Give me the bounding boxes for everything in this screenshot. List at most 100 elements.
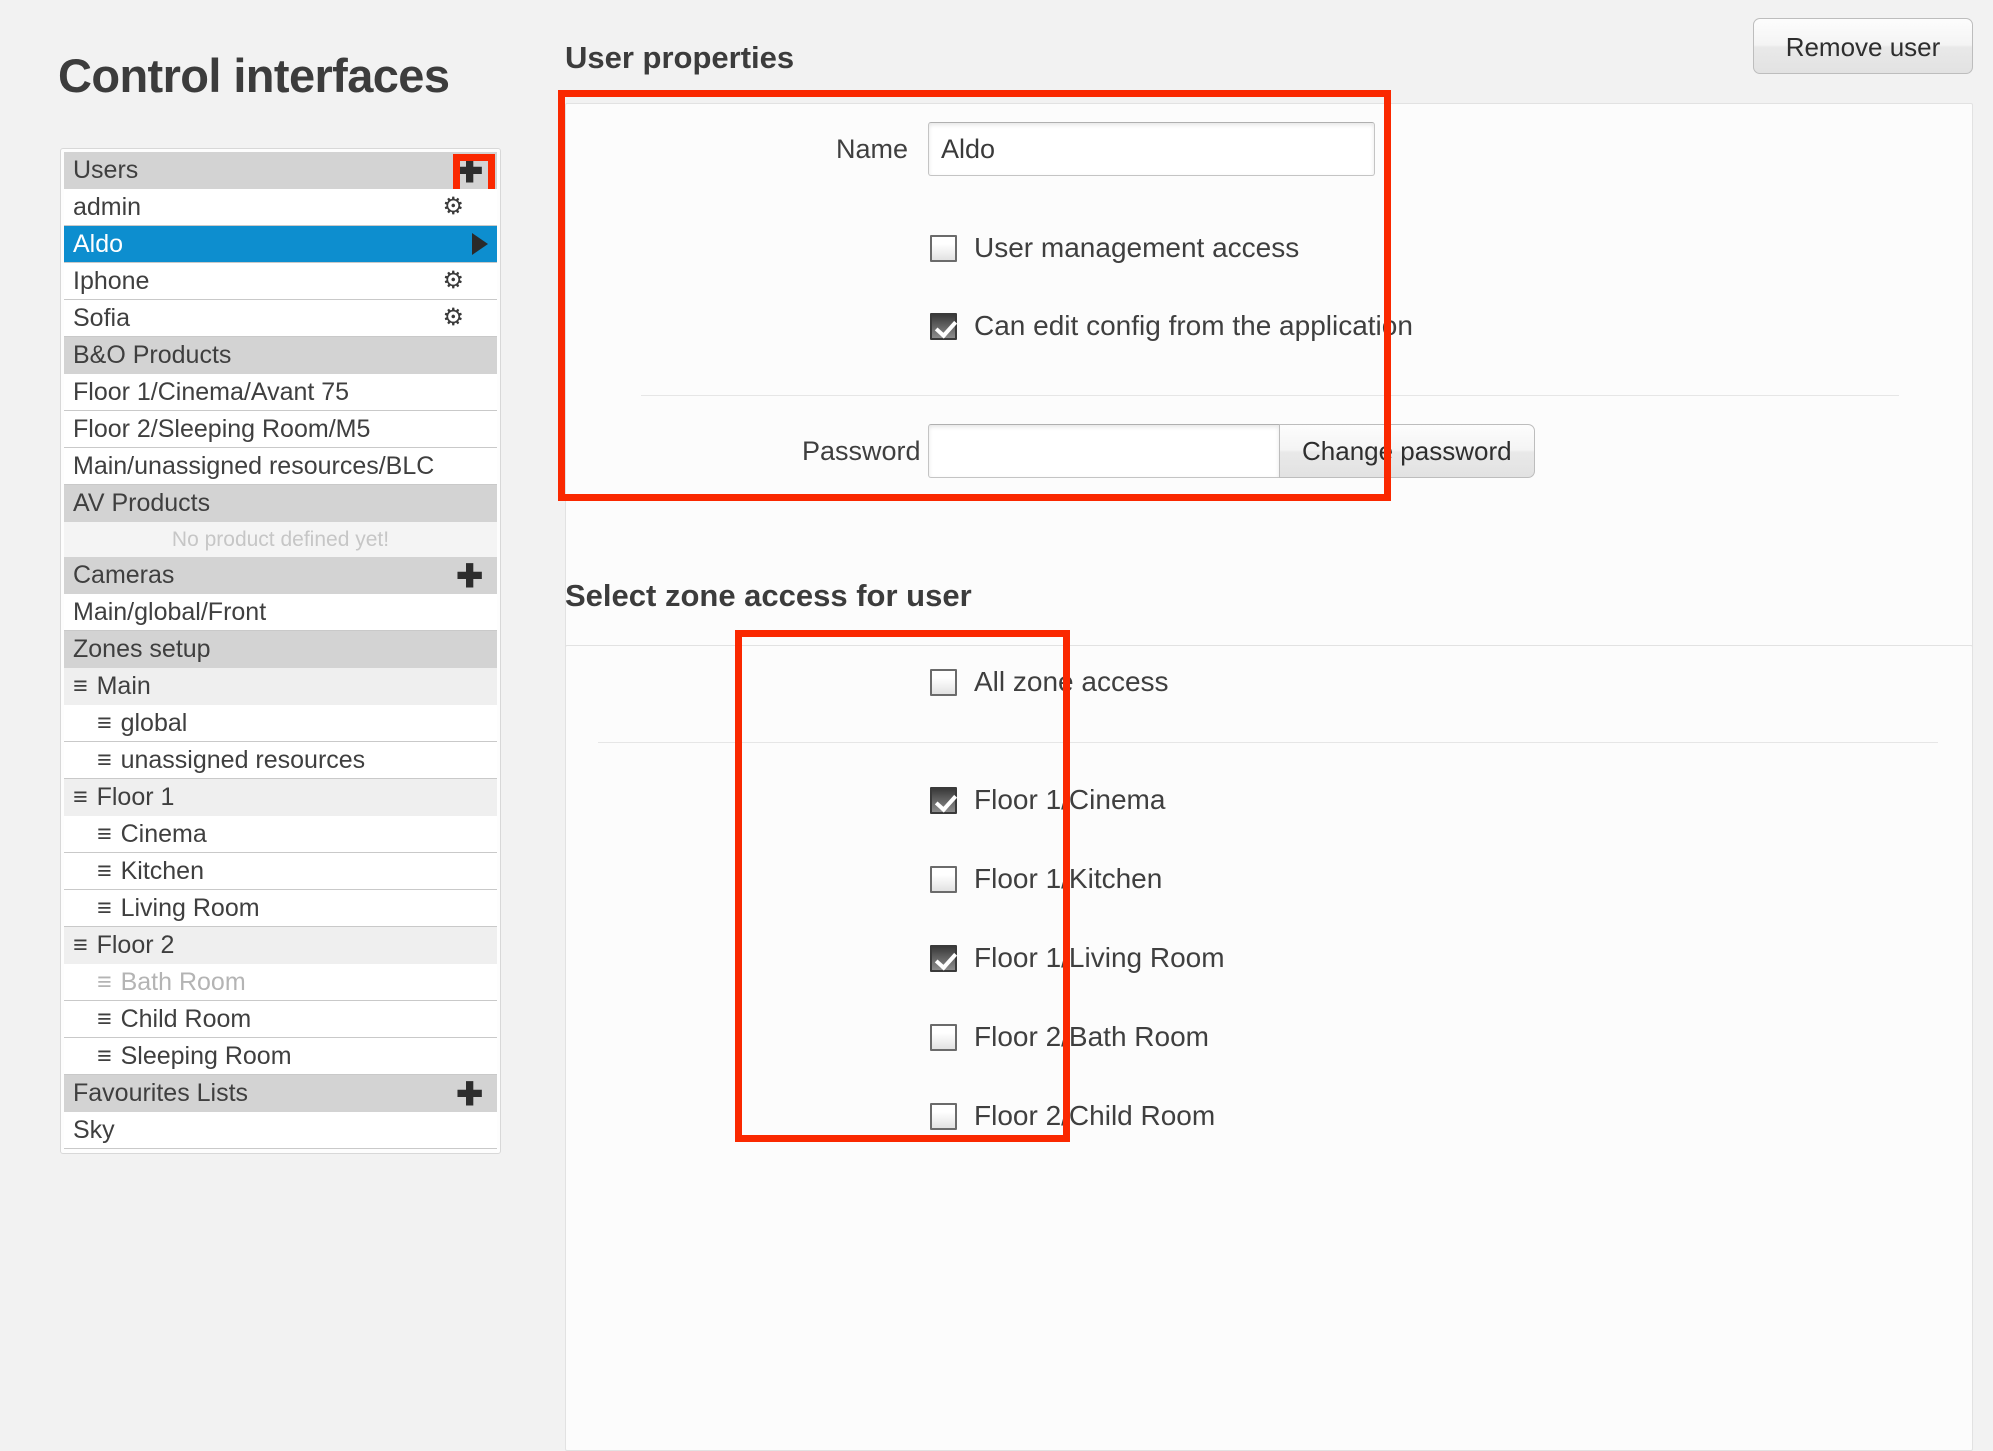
sidebar-list-item[interactable]: ≡ Main [64,668,497,705]
password-label: Password [802,436,921,466]
zone-access-checkbox[interactable] [930,1102,957,1130]
zone-access-checkbox[interactable] [930,786,957,814]
zone-access-checkbox[interactable] [930,865,957,893]
checkbox-row-user-management-access[interactable]: User management access [930,232,1299,264]
checkbox-row-zone[interactable]: Floor 1/Living Room [930,942,1225,974]
sidebar-list-item[interactable]: Aldo [64,226,497,263]
sidebar-item-label: Child Room [120,1005,252,1033]
sidebar-item-label: Living Room [120,894,260,922]
chevron-right-icon[interactable] [472,233,488,255]
can-edit-config-checkbox[interactable] [930,312,957,340]
zone-access-label: Floor 1/Cinema [974,784,1166,815]
checkbox-row-zone[interactable]: Floor 2/Bath Room [930,1021,1209,1053]
sidebar-list-item[interactable]: ≡ unassigned resources [64,742,497,779]
change-password-button[interactable]: Change password [1279,424,1535,478]
checkbox-row-zone[interactable]: Floor 1/Kitchen [930,863,1162,895]
sidebar-item-label: Iphone [73,267,150,295]
can-edit-config-label: Can edit config from the application [974,310,1413,341]
sidebar-list-item[interactable]: Floor 2/Sleeping Room/M5 [64,411,497,448]
sidebar-item-label: Kitchen [120,857,204,885]
user-management-access-label: User management access [974,232,1300,263]
sidebar-list-item[interactable]: ≡ Floor 1 [64,779,497,816]
sidebar-item-label: Floor 1/Cinema/Avant 75 [73,378,350,406]
app-root: Control interfaces Users ✚ admin ⚙ Aldo Iphon… [0,0,1993,1451]
sidebar-section-label: Users [73,156,139,184]
drag-handle-icon[interactable]: ≡ [97,742,112,778]
sidebar-section-label: Zones setup [73,635,211,663]
checkbox-row-can-edit-config[interactable]: Can edit config from the application [930,310,1413,342]
zone-access-checkbox[interactable] [930,1023,957,1051]
sidebar-list-item[interactable]: ≡ Floor 2 [64,927,497,964]
drag-handle-icon[interactable]: ≡ [97,853,112,889]
sidebar-item-label: Sky [73,1116,115,1144]
form-divider [641,395,1899,396]
all-zone-access-label: All zone access [974,666,1169,697]
sidebar-section-header: Zones setup [64,631,497,668]
sidebar-list-item[interactable]: Sofia ⚙ [64,300,497,337]
remove-user-button[interactable]: Remove user [1753,18,1973,74]
sidebar-item-label: Sleeping Room [120,1042,292,1070]
sidebar-list-item[interactable]: Floor 1/Cinema/Avant 75 [64,374,497,411]
sidebar-list-item[interactable]: ≡ Sleeping Room [64,1038,497,1075]
sidebar-item-label: Floor 2/Sleeping Room/M5 [73,415,371,443]
zone-access-title: Select zone access for user [565,578,972,613]
gear-icon[interactable]: ⚙ [442,306,464,330]
sidebar-item-label: Cinema [120,820,207,848]
sidebar-list-item[interactable]: ≡ Living Room [64,890,497,927]
password-input[interactable] [928,424,1280,478]
drag-handle-icon[interactable]: ≡ [97,1038,112,1074]
zone-access-label: Floor 2/Bath Room [974,1021,1209,1052]
drag-handle-icon[interactable]: ≡ [97,890,112,926]
zone-access-label: Floor 1/Living Room [974,942,1225,973]
sidebar-section-header: B&O Products [64,337,497,374]
sidebar-item-label: Main/global/Front [73,598,267,626]
sidebar-section-label: AV Products [73,489,211,517]
sidebar-list-item[interactable]: Iphone ⚙ [64,263,497,300]
gear-icon[interactable]: ⚙ [442,195,464,219]
sidebar-item-label: Floor 2 [96,931,175,959]
zone-access-checkbox[interactable] [930,944,957,972]
zone-access-label: Floor 2/Child Room [974,1100,1216,1131]
sidebar-item-label: Floor 1 [96,783,175,811]
sidebar-section-label: Favourites Lists [73,1079,249,1107]
sidebar-item-label: No product defined yet! [171,528,390,551]
sidebar-item-label: Main/unassigned resources/BLC [73,452,435,480]
sidebar-list-item[interactable]: ≡ Bath Room [64,964,497,1001]
sidebar-section-header: Users ✚ [64,152,497,189]
name-input[interactable]: Aldo [928,122,1375,176]
drag-handle-icon[interactable]: ≡ [97,816,112,852]
drag-handle-icon[interactable]: ≡ [97,1001,112,1037]
sidebar-list-panel: Users ✚ admin ⚙ Aldo Iphone ⚙ Sofia ⚙ B&O Product… [60,148,501,1154]
drag-handle-icon[interactable]: ≡ [97,705,112,741]
checkbox-row-zone[interactable]: Floor 2/Child Room [930,1100,1215,1132]
right-column: User properties Remove user Name Aldo Us… [545,0,1993,1451]
annotation-box-users-add-button [453,154,495,189]
sidebar-section-label: Cameras [73,561,175,589]
sidebar-section-header: Cameras ✚ [64,557,497,594]
zone-access-label: Floor 1/Kitchen [974,863,1163,894]
sidebar-item-label: Aldo [73,230,124,258]
sidebar-section-label: B&O Products [73,341,232,369]
sidebar-list-item[interactable]: ≡ global [64,705,497,742]
all-zone-access-checkbox[interactable] [930,668,957,696]
user-properties-title: User properties [565,40,795,75]
drag-handle-icon[interactable]: ≡ [73,668,88,705]
sidebar-list-item[interactable]: ≡ Child Room [64,1001,497,1038]
sidebar-list-item[interactable]: admin ⚙ [64,189,497,226]
add-camera-plus-icon[interactable]: ✚ [456,560,483,592]
add-favourite-plus-icon[interactable]: ✚ [456,1078,483,1110]
checkbox-row-zone[interactable]: Floor 1/Cinema [930,784,1165,816]
sidebar-list-item[interactable]: ≡ Kitchen [64,853,497,890]
gear-icon[interactable]: ⚙ [442,269,464,293]
drag-handle-icon[interactable]: ≡ [73,927,88,964]
user-management-access-checkbox[interactable] [930,234,957,262]
checkbox-row-all-zone-access[interactable]: All zone access [930,666,1169,698]
sidebar-section-header: AV Products [64,485,497,522]
sidebar-list-item[interactable]: Main/global/Front [64,594,497,631]
drag-handle-icon[interactable]: ≡ [97,964,112,1000]
drag-handle-icon[interactable]: ≡ [73,779,88,816]
sidebar-list-item[interactable]: Sky [64,1112,497,1149]
sidebar-list-item[interactable]: ≡ Cinema [64,816,497,853]
sidebar-list-item[interactable]: Main/unassigned resources/BLC [64,448,497,485]
sidebar-empty-placeholder: No product defined yet! [64,522,497,557]
